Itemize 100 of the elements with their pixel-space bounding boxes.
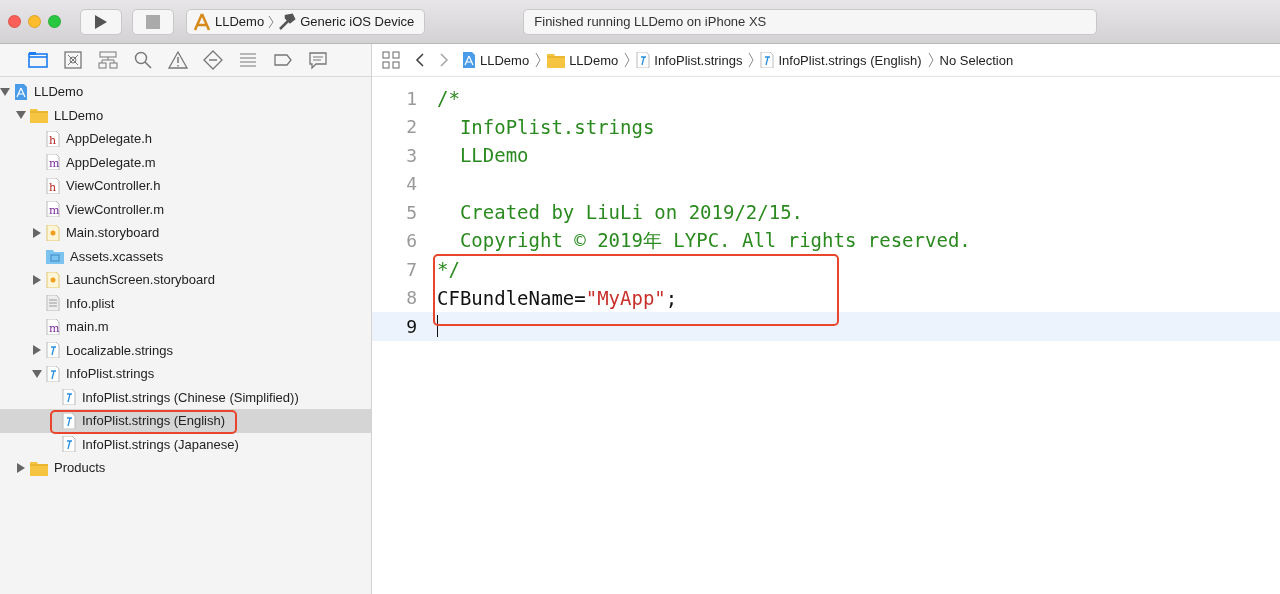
code-comment: LLDemo xyxy=(458,144,529,167)
file-row[interactable]: Localizable.strings xyxy=(0,338,371,362)
file-row[interactable]: InfoPlist.strings xyxy=(0,362,371,386)
file-name: Info.plist xyxy=(66,295,115,311)
asset-catalog-icon xyxy=(46,248,64,265)
line-number: 8 xyxy=(405,287,418,309)
back-icon[interactable] xyxy=(414,52,426,68)
destination-name: Generic iOS Device xyxy=(300,14,415,29)
file-row[interactable]: Main.storyboard xyxy=(0,221,371,245)
chevron-icon xyxy=(748,52,755,68)
file-name: LLDemo xyxy=(34,84,84,100)
warning-icon xyxy=(168,50,188,70)
strings-file-icon xyxy=(62,436,76,453)
file-name: InfoPlist.strings (English) xyxy=(82,413,226,429)
breadcrumb[interactable]: No Selection xyxy=(939,52,1014,68)
disclosure-triangle-icon[interactable] xyxy=(32,345,42,356)
disclosure-triangle-icon[interactable] xyxy=(32,368,42,379)
file-row[interactable]: m main.m xyxy=(0,315,371,339)
file-row[interactable]: Info.plist xyxy=(0,291,371,315)
code-comment: /* xyxy=(437,87,460,110)
file-row[interactable]: h AppDelegate.h xyxy=(0,127,371,151)
disclosure-triangle-icon[interactable] xyxy=(32,274,42,285)
navigator-tab[interactable] xyxy=(308,50,328,70)
code-comment: Created by LiuLi on 2019/2/15. xyxy=(458,201,804,224)
file-name: Products xyxy=(54,460,106,476)
navigator-tab[interactable] xyxy=(98,50,118,70)
window-control[interactable] xyxy=(8,15,21,28)
string-literal: "MyApp" xyxy=(585,286,666,309)
line-number: 4 xyxy=(405,173,418,195)
file-row[interactable]: LLDemo xyxy=(0,103,371,127)
chevron-icon xyxy=(535,52,542,68)
disclosure-triangle-icon[interactable] xyxy=(16,462,26,473)
file-name: InfoPlist.strings xyxy=(66,366,155,382)
strings-file-icon xyxy=(62,412,76,429)
file-row[interactable]: Assets.xcassets xyxy=(0,244,371,268)
navigator-tab[interactable] xyxy=(28,50,48,70)
line-number: 6 xyxy=(405,230,418,252)
file-name: InfoPlist.strings (Japanese) xyxy=(82,436,239,452)
file-row[interactable]: InfoPlist.strings (Japanese) xyxy=(0,432,371,456)
file-name: LLDemo xyxy=(54,107,104,123)
file-icon: h xyxy=(46,130,60,147)
file-row[interactable]: h ViewController.h xyxy=(0,174,371,198)
navigator-tab[interactable] xyxy=(63,50,83,70)
hammer-icon xyxy=(278,12,297,31)
file-row[interactable]: m AppDelegate.m xyxy=(0,150,371,174)
file-icon: m xyxy=(46,318,60,335)
file-row[interactable]: LaunchScreen.storyboard xyxy=(0,268,371,292)
file-name: AppDelegate.m xyxy=(66,154,156,170)
file-name: Assets.xcassets xyxy=(70,248,164,264)
line-number: 2 xyxy=(405,116,418,138)
line-number: 9 xyxy=(405,315,418,337)
strings-file-icon xyxy=(62,389,76,406)
speech-bubble-icon xyxy=(308,50,328,70)
forward-icon[interactable] xyxy=(438,52,450,68)
file-name: ViewController.m xyxy=(66,201,165,217)
folder-icon xyxy=(28,50,48,70)
navigator-tab[interactable] xyxy=(168,50,188,70)
file-row[interactable]: LLDemo xyxy=(0,80,371,104)
storyboard-icon xyxy=(46,271,60,288)
code-comment: InfoPlist.strings xyxy=(458,115,655,138)
file-name: main.m xyxy=(66,319,109,335)
breadcrumb[interactable]: InfoPlist.strings xyxy=(636,52,743,68)
table-file-icon xyxy=(46,295,60,312)
file-row[interactable]: InfoPlist.strings (English) xyxy=(0,409,371,433)
disclosure-triangle-icon[interactable] xyxy=(32,227,42,238)
line-number: 1 xyxy=(405,87,418,109)
project-icon xyxy=(14,83,28,100)
file-name: AppDelegate.h xyxy=(66,131,152,147)
line-number: 3 xyxy=(405,144,418,166)
breadcrumb[interactable]: LLDemo xyxy=(462,52,530,68)
file-name: ViewController.h xyxy=(66,178,161,194)
navigator-tab[interactable] xyxy=(203,50,223,70)
file-name: Localizable.strings xyxy=(66,342,173,358)
disclosure-triangle-icon[interactable] xyxy=(16,110,26,121)
navigator-tab[interactable] xyxy=(133,50,153,70)
grid-icon[interactable] xyxy=(382,51,400,69)
activity-status: Finished running LLDemo on iPhone XS xyxy=(523,8,1098,35)
strings-file-icon xyxy=(636,52,651,68)
run-button[interactable] xyxy=(80,8,122,35)
breadcrumb[interactable]: LLDemo xyxy=(547,52,619,68)
file-icon: h xyxy=(46,177,60,194)
window-control[interactable] xyxy=(48,15,61,28)
hierarchy-icon xyxy=(98,50,118,70)
folder-icon xyxy=(30,459,48,476)
code-text: CFBundleName= xyxy=(437,286,586,309)
file-name: LaunchScreen.storyboard xyxy=(66,272,215,288)
stop-button[interactable] xyxy=(132,8,174,35)
chevron-icon xyxy=(624,52,631,68)
file-row[interactable]: InfoPlist.strings (Chinese (Simplified)) xyxy=(0,385,371,409)
strings-file-icon xyxy=(46,365,60,382)
play-icon xyxy=(94,13,108,30)
file-row[interactable]: Products xyxy=(0,456,371,480)
strings-file-icon xyxy=(46,342,60,359)
folder-icon xyxy=(30,107,48,124)
file-row[interactable]: m ViewController.m xyxy=(0,197,371,221)
scheme-selector[interactable]: LLDemo Generic iOS Device xyxy=(186,8,426,35)
breadcrumb[interactable]: InfoPlist.strings (English) xyxy=(760,52,922,68)
disclosure-triangle-icon[interactable] xyxy=(0,86,10,97)
strings-file-icon xyxy=(760,52,775,68)
storyboard-icon xyxy=(46,224,60,241)
